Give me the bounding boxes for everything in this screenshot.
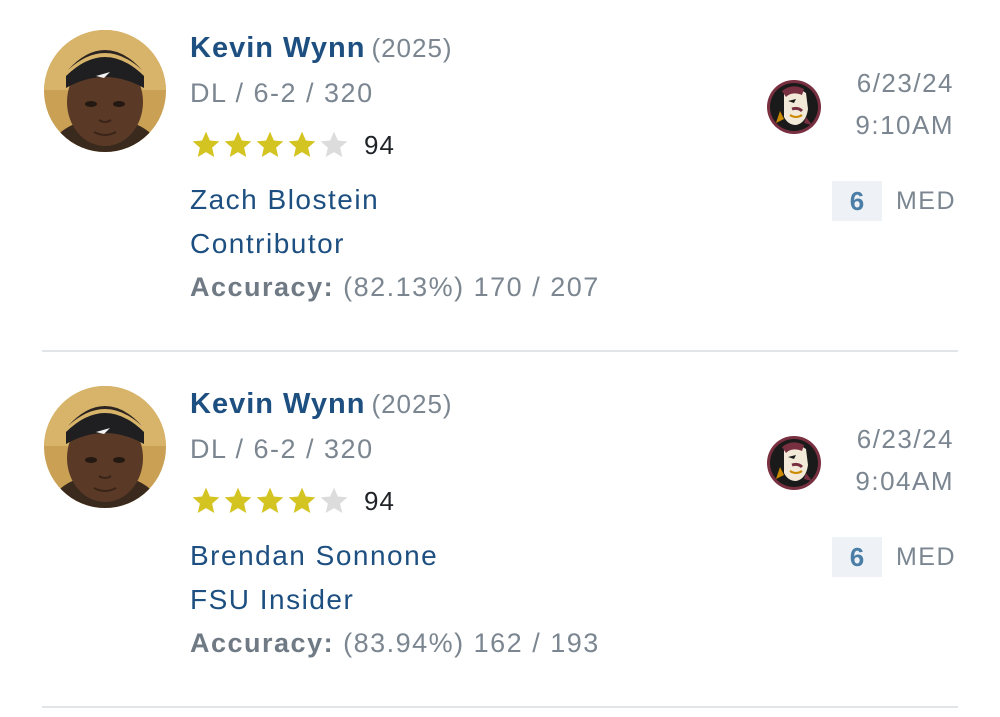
confidence-number: 6	[831, 181, 882, 221]
player-rating: 94	[190, 127, 395, 163]
player-class-year: (2025)	[371, 389, 453, 419]
expert-title: FSU Insider	[190, 584, 355, 615]
prediction-card[interactable]: Kevin Wynn (2025) DL / 6-2 / 320 94 Brend…	[0, 356, 1000, 712]
player-class-year: (2025)	[371, 33, 453, 63]
star-empty-icon	[320, 487, 348, 513]
player-avatar[interactable]	[44, 386, 166, 508]
confidence-number: 6	[831, 537, 882, 577]
rating-value: 94	[364, 129, 395, 160]
prediction-time: 9:04AM	[855, 466, 954, 496]
star-filled-icon	[288, 487, 316, 513]
expert-accuracy: Accuracy: (83.94%) 162 / 193	[190, 628, 600, 659]
prediction-date: 6/23/24	[856, 424, 954, 454]
player-name[interactable]: Kevin Wynn	[190, 388, 365, 420]
star-filled-icon	[192, 131, 220, 157]
fsu-seminole-logo-icon[interactable]	[766, 79, 822, 135]
rating-value: 94	[364, 485, 395, 516]
prediction-card[interactable]: Kevin Wynn (2025) DL / 6-2 / 320 94 Zach …	[0, 0, 1000, 356]
player-name-line[interactable]: Kevin Wynn (2025)	[190, 32, 453, 65]
fsu-seminole-logo-icon[interactable]	[766, 435, 822, 491]
accuracy-value: (82.13%) 170 / 207	[343, 272, 600, 302]
star-filled-icon	[192, 487, 220, 513]
expert-title: Contributor	[190, 228, 346, 259]
card-divider	[42, 706, 958, 708]
star-filled-icon	[224, 131, 252, 157]
accuracy-value: (83.94%) 162 / 193	[343, 628, 600, 658]
player-avatar[interactable]	[44, 30, 166, 152]
card-divider	[42, 350, 958, 352]
player-position-size: DL / 6-2 / 320	[190, 434, 374, 464]
star-empty-icon	[320, 131, 348, 157]
prediction-time: 9:10AM	[855, 110, 954, 140]
prediction-date: 6/23/24	[856, 68, 954, 98]
star-rating	[190, 129, 350, 161]
confidence-badge: 6 MED	[831, 181, 956, 221]
player-name[interactable]: Kevin Wynn	[190, 32, 365, 64]
accuracy-label: Accuracy:	[190, 272, 335, 302]
accuracy-label: Accuracy:	[190, 628, 335, 658]
expert-name-link[interactable]: Zach Blostein	[190, 184, 379, 216]
star-filled-icon	[224, 487, 252, 513]
confidence-label: MED	[895, 542, 956, 571]
star-filled-icon	[288, 131, 316, 157]
expert-name-link[interactable]: Brendan Sonnone	[190, 540, 438, 572]
confidence-badge: 6 MED	[831, 537, 956, 577]
player-rating: 94	[190, 483, 395, 519]
confidence-label: MED	[895, 186, 956, 215]
star-filled-icon	[256, 131, 284, 157]
star-rating	[190, 485, 350, 517]
star-filled-icon	[256, 487, 284, 513]
player-name-line[interactable]: Kevin Wynn (2025)	[190, 388, 453, 421]
player-position-size: DL / 6-2 / 320	[190, 78, 374, 108]
expert-accuracy: Accuracy: (82.13%) 170 / 207	[190, 272, 600, 303]
